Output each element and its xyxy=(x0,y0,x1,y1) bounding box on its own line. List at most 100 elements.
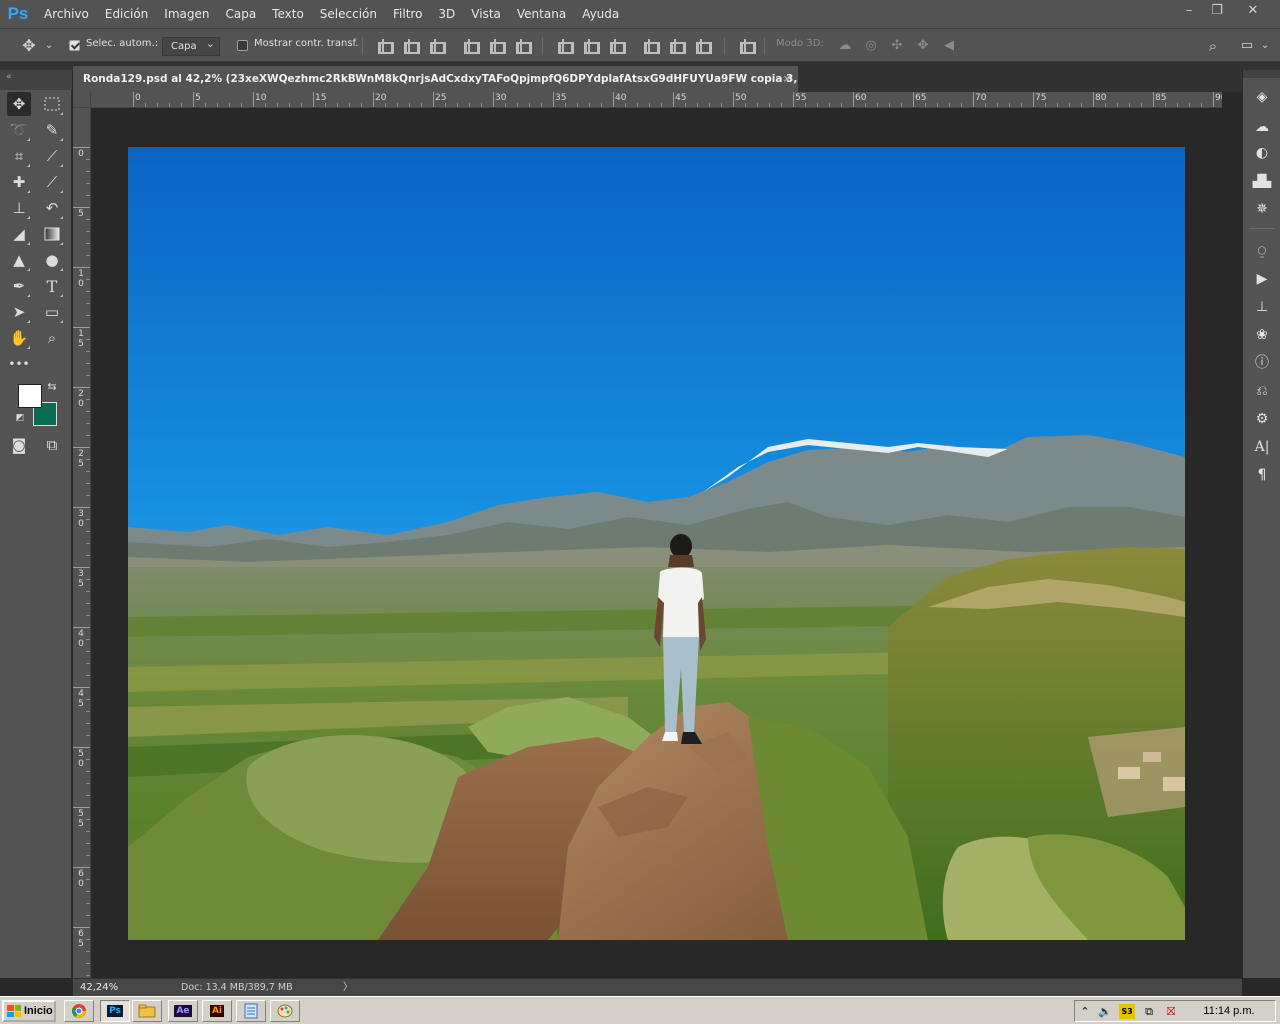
marquee-tool-icon[interactable] xyxy=(40,92,64,116)
menu-imagen[interactable]: Imagen xyxy=(156,0,217,28)
distribute-right-icon[interactable] xyxy=(694,39,712,54)
illustrator-taskbar-button[interactable]: Ai xyxy=(202,1000,232,1022)
pen-tool-icon[interactable]: ✒ xyxy=(7,274,31,298)
paragraph-icon[interactable]: ¶ xyxy=(1251,464,1273,486)
align-right-icon[interactable] xyxy=(514,39,532,54)
auto-align-icon[interactable] xyxy=(738,39,756,54)
menu-filtro[interactable]: Filtro xyxy=(385,0,430,28)
restore-button[interactable]: ❐ xyxy=(1202,2,1232,20)
layers-icon[interactable]: ◈ xyxy=(1251,86,1273,108)
align-horizontal-center-icon[interactable] xyxy=(488,39,506,54)
distribute-horizontal-center-icon[interactable] xyxy=(668,39,686,54)
menu-archivo[interactable]: Archivo xyxy=(36,0,97,28)
explorer-icon[interactable] xyxy=(132,1000,162,1022)
distribute-bottom-icon[interactable] xyxy=(608,39,626,54)
orbit-3d-icon[interactable]: ☁ xyxy=(836,37,854,55)
character-icon[interactable]: A| xyxy=(1251,436,1273,458)
distribute-left-icon[interactable] xyxy=(642,39,660,54)
document-image[interactable] xyxy=(128,147,1185,940)
zoom-level-field[interactable]: 42,24% xyxy=(73,979,121,996)
system-clock[interactable]: 11:14 p.m. xyxy=(1199,1001,1259,1021)
actions-icon[interactable]: ▶ xyxy=(1251,268,1273,290)
menu-ventana[interactable]: Ventana xyxy=(509,0,574,28)
screen-mode-icon[interactable]: ⧉ xyxy=(40,433,64,457)
align-bottom-icon[interactable] xyxy=(428,39,446,54)
default-colors-icon[interactable]: ◩ xyxy=(12,410,28,426)
path-selection-tool-icon[interactable]: ➤ xyxy=(7,300,31,324)
adjustments-icon[interactable]: ◐ xyxy=(1251,142,1273,164)
menu-edicion[interactable]: Edición xyxy=(97,0,156,28)
align-top-icon[interactable] xyxy=(376,39,394,54)
foreground-color-swatch[interactable] xyxy=(18,384,42,408)
slide-3d-icon[interactable]: ✥ xyxy=(914,37,932,55)
clone-source-icon[interactable]: ⊥ xyxy=(1251,296,1273,318)
ruler-origin[interactable] xyxy=(73,92,91,108)
canvas-area[interactable] xyxy=(91,108,1222,978)
dodge-tool-icon[interactable]: ● xyxy=(40,248,64,272)
chrome-icon[interactable] xyxy=(64,1000,94,1022)
move-tool-icon[interactable]: ✥ xyxy=(7,92,31,116)
status-menu-arrow-icon[interactable]: 〉 xyxy=(343,979,353,996)
history-icon[interactable]: ⎌ xyxy=(1251,380,1273,402)
type-tool-icon[interactable]: T xyxy=(40,274,64,298)
align-left-icon[interactable] xyxy=(462,39,480,54)
start-button[interactable]: Inicio xyxy=(2,1000,56,1022)
roll-3d-icon[interactable]: ◎ xyxy=(862,37,880,55)
notepad-icon[interactable] xyxy=(236,1000,266,1022)
search-icon[interactable]: ⌕ xyxy=(1204,37,1222,55)
hand-tool-icon[interactable]: ✋ xyxy=(7,326,31,350)
network-icon[interactable]: ⧉ xyxy=(1141,1004,1157,1019)
histogram-icon[interactable]: ▟▙ xyxy=(1251,170,1273,192)
move-tool-preset-icon[interactable]: ✥ xyxy=(20,37,38,55)
chevron-down-icon[interactable]: ⌄ xyxy=(1256,37,1274,55)
info-icon[interactable]: ⓘ xyxy=(1251,352,1273,374)
workspace-icon[interactable]: ▭ xyxy=(1238,37,1256,55)
clone-stamp-tool-icon[interactable]: ⊥ xyxy=(7,196,31,220)
s3-icon[interactable]: S3 xyxy=(1119,1004,1135,1019)
minimize-button[interactable]: – xyxy=(1174,2,1204,20)
healing-brush-tool-icon[interactable]: ✚ xyxy=(7,170,31,194)
close-window-button[interactable]: ✕ xyxy=(1238,2,1268,20)
paths-icon[interactable]: ⍜ xyxy=(1251,240,1273,262)
zoom-tool-icon[interactable]: ⌕ xyxy=(40,326,64,350)
lasso-tool-icon[interactable]: ➰ xyxy=(7,118,31,142)
crop-tool-icon[interactable]: ⌗ xyxy=(7,144,31,168)
distribute-top-icon[interactable] xyxy=(556,39,574,54)
auto-select-checkbox[interactable] xyxy=(69,40,80,51)
libraries-icon[interactable]: ☁ xyxy=(1251,116,1273,138)
quick-mask-icon[interactable]: ◙ xyxy=(7,433,31,457)
photoshop-taskbar-button[interactable]: Ps xyxy=(100,1000,130,1022)
volume-icon[interactable]: 🔈 xyxy=(1097,1004,1113,1019)
menu-texto[interactable]: Texto xyxy=(264,0,312,28)
auto-select-target-dropdown[interactable]: Capa xyxy=(162,35,220,56)
paint-icon[interactable] xyxy=(270,1000,300,1022)
security-alert-icon[interactable]: ⛝ xyxy=(1163,1004,1179,1019)
vertical-ruler[interactable]: 05101520253035404550556065 xyxy=(73,108,91,978)
menu-vista[interactable]: Vista xyxy=(463,0,509,28)
gradient-tool-icon[interactable] xyxy=(40,222,64,246)
menu-3d[interactable]: 3D xyxy=(430,0,463,28)
menu-ayuda[interactable]: Ayuda xyxy=(574,0,627,28)
color-icon[interactable]: ❀ xyxy=(1251,324,1273,346)
rectangle-tool-icon[interactable]: ▭ xyxy=(40,300,64,324)
blur-tool-icon[interactable]: ▲ xyxy=(7,248,31,272)
align-vertical-center-icon[interactable] xyxy=(402,39,420,54)
drag-3d-icon[interactable]: ✣ xyxy=(888,37,906,55)
navigator-icon[interactable]: ✵ xyxy=(1251,198,1273,220)
after-effects-taskbar-button[interactable]: Ae xyxy=(168,1000,198,1022)
document-size-info[interactable]: Doc: 13,4 MB/389,7 MB xyxy=(181,979,293,996)
chevron-down-icon[interactable]: ⌄ xyxy=(40,37,58,55)
menu-seleccion[interactable]: Selección xyxy=(312,0,385,28)
eyedropper-tool-icon[interactable]: ⟋ xyxy=(40,144,64,168)
quick-selection-tool-icon[interactable]: ✎ xyxy=(40,118,64,142)
dock-collapse-handle[interactable] xyxy=(1243,70,1280,78)
menu-capa[interactable]: Capa xyxy=(217,0,264,28)
eraser-tool-icon[interactable]: ◢ xyxy=(7,222,31,246)
show-transform-checkbox[interactable] xyxy=(237,40,248,51)
tray-expand-icon[interactable]: ⌃ xyxy=(1077,1004,1093,1019)
horizontal-ruler[interactable]: 0 5 10 15 20 25 30 35 40 45 50 55 60 65 70 75 80 85 90 xyxy=(91,92,1222,108)
document-tab[interactable]: Ronda129.psd al 42,2% (23xeXWQezhmc2RkBW… xyxy=(73,66,798,92)
properties-icon[interactable]: ⚙ xyxy=(1251,408,1273,430)
camera-3d-icon[interactable]: ◀ xyxy=(940,37,958,55)
more-tools-icon[interactable]: ••• xyxy=(7,352,31,376)
